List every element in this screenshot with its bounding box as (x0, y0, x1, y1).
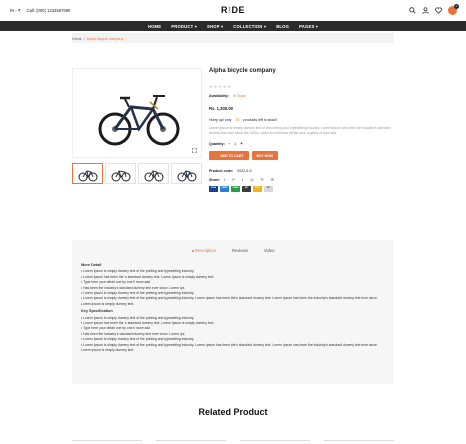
availability-label: Availability: (209, 94, 230, 98)
description-content: More Detail Lorem Ipsum is simply dummy … (81, 262, 386, 354)
breadcrumb: Home / Alpha bicycle company (72, 37, 123, 41)
product-code-label: Product code: (209, 169, 234, 174)
quantity-label: Quantity: (209, 141, 225, 146)
product-card-edge (240, 440, 310, 444)
product-card-edge (72, 440, 142, 444)
site-logo[interactable]: R!DE (0, 5, 466, 15)
cart-icon: 🛒 (214, 153, 219, 158)
product-code-value: 2022-6-3 (237, 169, 252, 174)
pinterest-alt-icon[interactable]: ℗ (261, 177, 264, 182)
quantity-minus-button[interactable]: - (229, 141, 231, 146)
nav-product[interactable]: PRODUCT ▾ (171, 24, 197, 29)
add-to-cart-button[interactable]: 🛒 ADD TO CART (209, 151, 249, 161)
thumbnail[interactable] (138, 163, 169, 184)
gpay-icon: PAY (253, 186, 262, 192)
email-icon[interactable]: ✉ (271, 177, 274, 182)
mastercard-icon: MC (242, 186, 251, 192)
main-nav: HOME PRODUCT ▾ SHOP ▾ COLLECTION ▾ BLOG … (0, 21, 466, 31)
product-description: Lorem Ipsum is simply dummy text of the … (209, 126, 391, 135)
product-price: Rs. 1,300.00 (209, 106, 233, 111)
more-detail-heading: More Detail (81, 263, 102, 267)
breadcrumb-current: Alpha bicycle company (86, 37, 124, 41)
user-icon[interactable] (422, 7, 429, 14)
thumbnail[interactable] (105, 163, 136, 184)
product-info: Alpha bicycle company ★★★★★ Availability… (209, 68, 394, 192)
facebook-icon[interactable]: f (224, 177, 225, 182)
tab-reviews[interactable]: Reviews (232, 248, 248, 253)
nav-home[interactable]: HOME (148, 24, 161, 29)
search-icon[interactable] (409, 7, 416, 14)
quantity-value[interactable]: 1 (234, 142, 236, 146)
quantity-plus-button[interactable]: + (240, 141, 243, 146)
tab-description[interactable]: Description (192, 248, 216, 253)
related-products-heading: Related Product (198, 407, 268, 417)
product-card-edge (156, 440, 226, 444)
product-thumbnails (72, 163, 202, 184)
share-label: Share: (209, 177, 221, 182)
cart-icon[interactable]: 0 (448, 4, 459, 15)
nav-shop[interactable]: SHOP ▾ (207, 24, 223, 29)
cart-count-badge: 0 (454, 4, 459, 9)
breadcrumb-home[interactable]: Home (72, 37, 82, 41)
nav-blog[interactable]: BLOG (276, 24, 289, 29)
twitter-icon[interactable]: t (242, 177, 243, 182)
buy-now-button[interactable]: BUY NOW (251, 151, 278, 161)
nav-pages[interactable]: PAGES ▾ (299, 24, 318, 29)
bicycle-image (98, 95, 180, 146)
amex-icon: AMEX (220, 186, 229, 192)
instagram-icon[interactable]: ◎ (250, 177, 254, 182)
thumbnail[interactable] (171, 163, 202, 184)
product-title: Alpha bicycle company (209, 68, 276, 74)
list-item: Lorem Ipsum is simply dummy text of the … (81, 296, 386, 307)
thumbnail[interactable] (72, 163, 103, 184)
visa-icon: VISA (209, 186, 218, 192)
payment-icons: VISA AMEX CARD MC PAY PP (209, 186, 394, 192)
product-card-edge (324, 440, 394, 444)
product-tabs-panel: Description Reviews Video More Detail Lo… (72, 240, 394, 384)
key-spec-heading: Key Specification (81, 309, 113, 314)
availability-value: In Stock (233, 94, 247, 98)
wishlist-heart-icon[interactable] (435, 7, 442, 14)
zoom-icon[interactable] (192, 148, 197, 153)
pinterest-icon[interactable]: P (232, 177, 235, 182)
list-item: Lorem Ipsum is simply dummy text of the … (81, 343, 386, 354)
header-icons: 0 (409, 4, 459, 15)
rating-stars[interactable]: ★★★★★ (209, 84, 232, 90)
breadcrumb-separator: / (83, 37, 85, 41)
product-main-image[interactable] (72, 68, 202, 158)
paypal-icon: PP (264, 186, 273, 192)
stock-hurry-text: Hurry up! only 15 products left in stock! (209, 118, 278, 122)
top-bar: IN - ₹ Call: (000) 1234567890 R!DE 0 (0, 0, 466, 20)
tab-video[interactable]: Video (264, 248, 275, 253)
nav-collection[interactable]: COLLECTION ▾ (233, 24, 266, 29)
card-icon: CARD (231, 186, 240, 192)
related-cards-top (72, 440, 394, 444)
quantity-row: Quantity: - 1 + (209, 141, 394, 146)
